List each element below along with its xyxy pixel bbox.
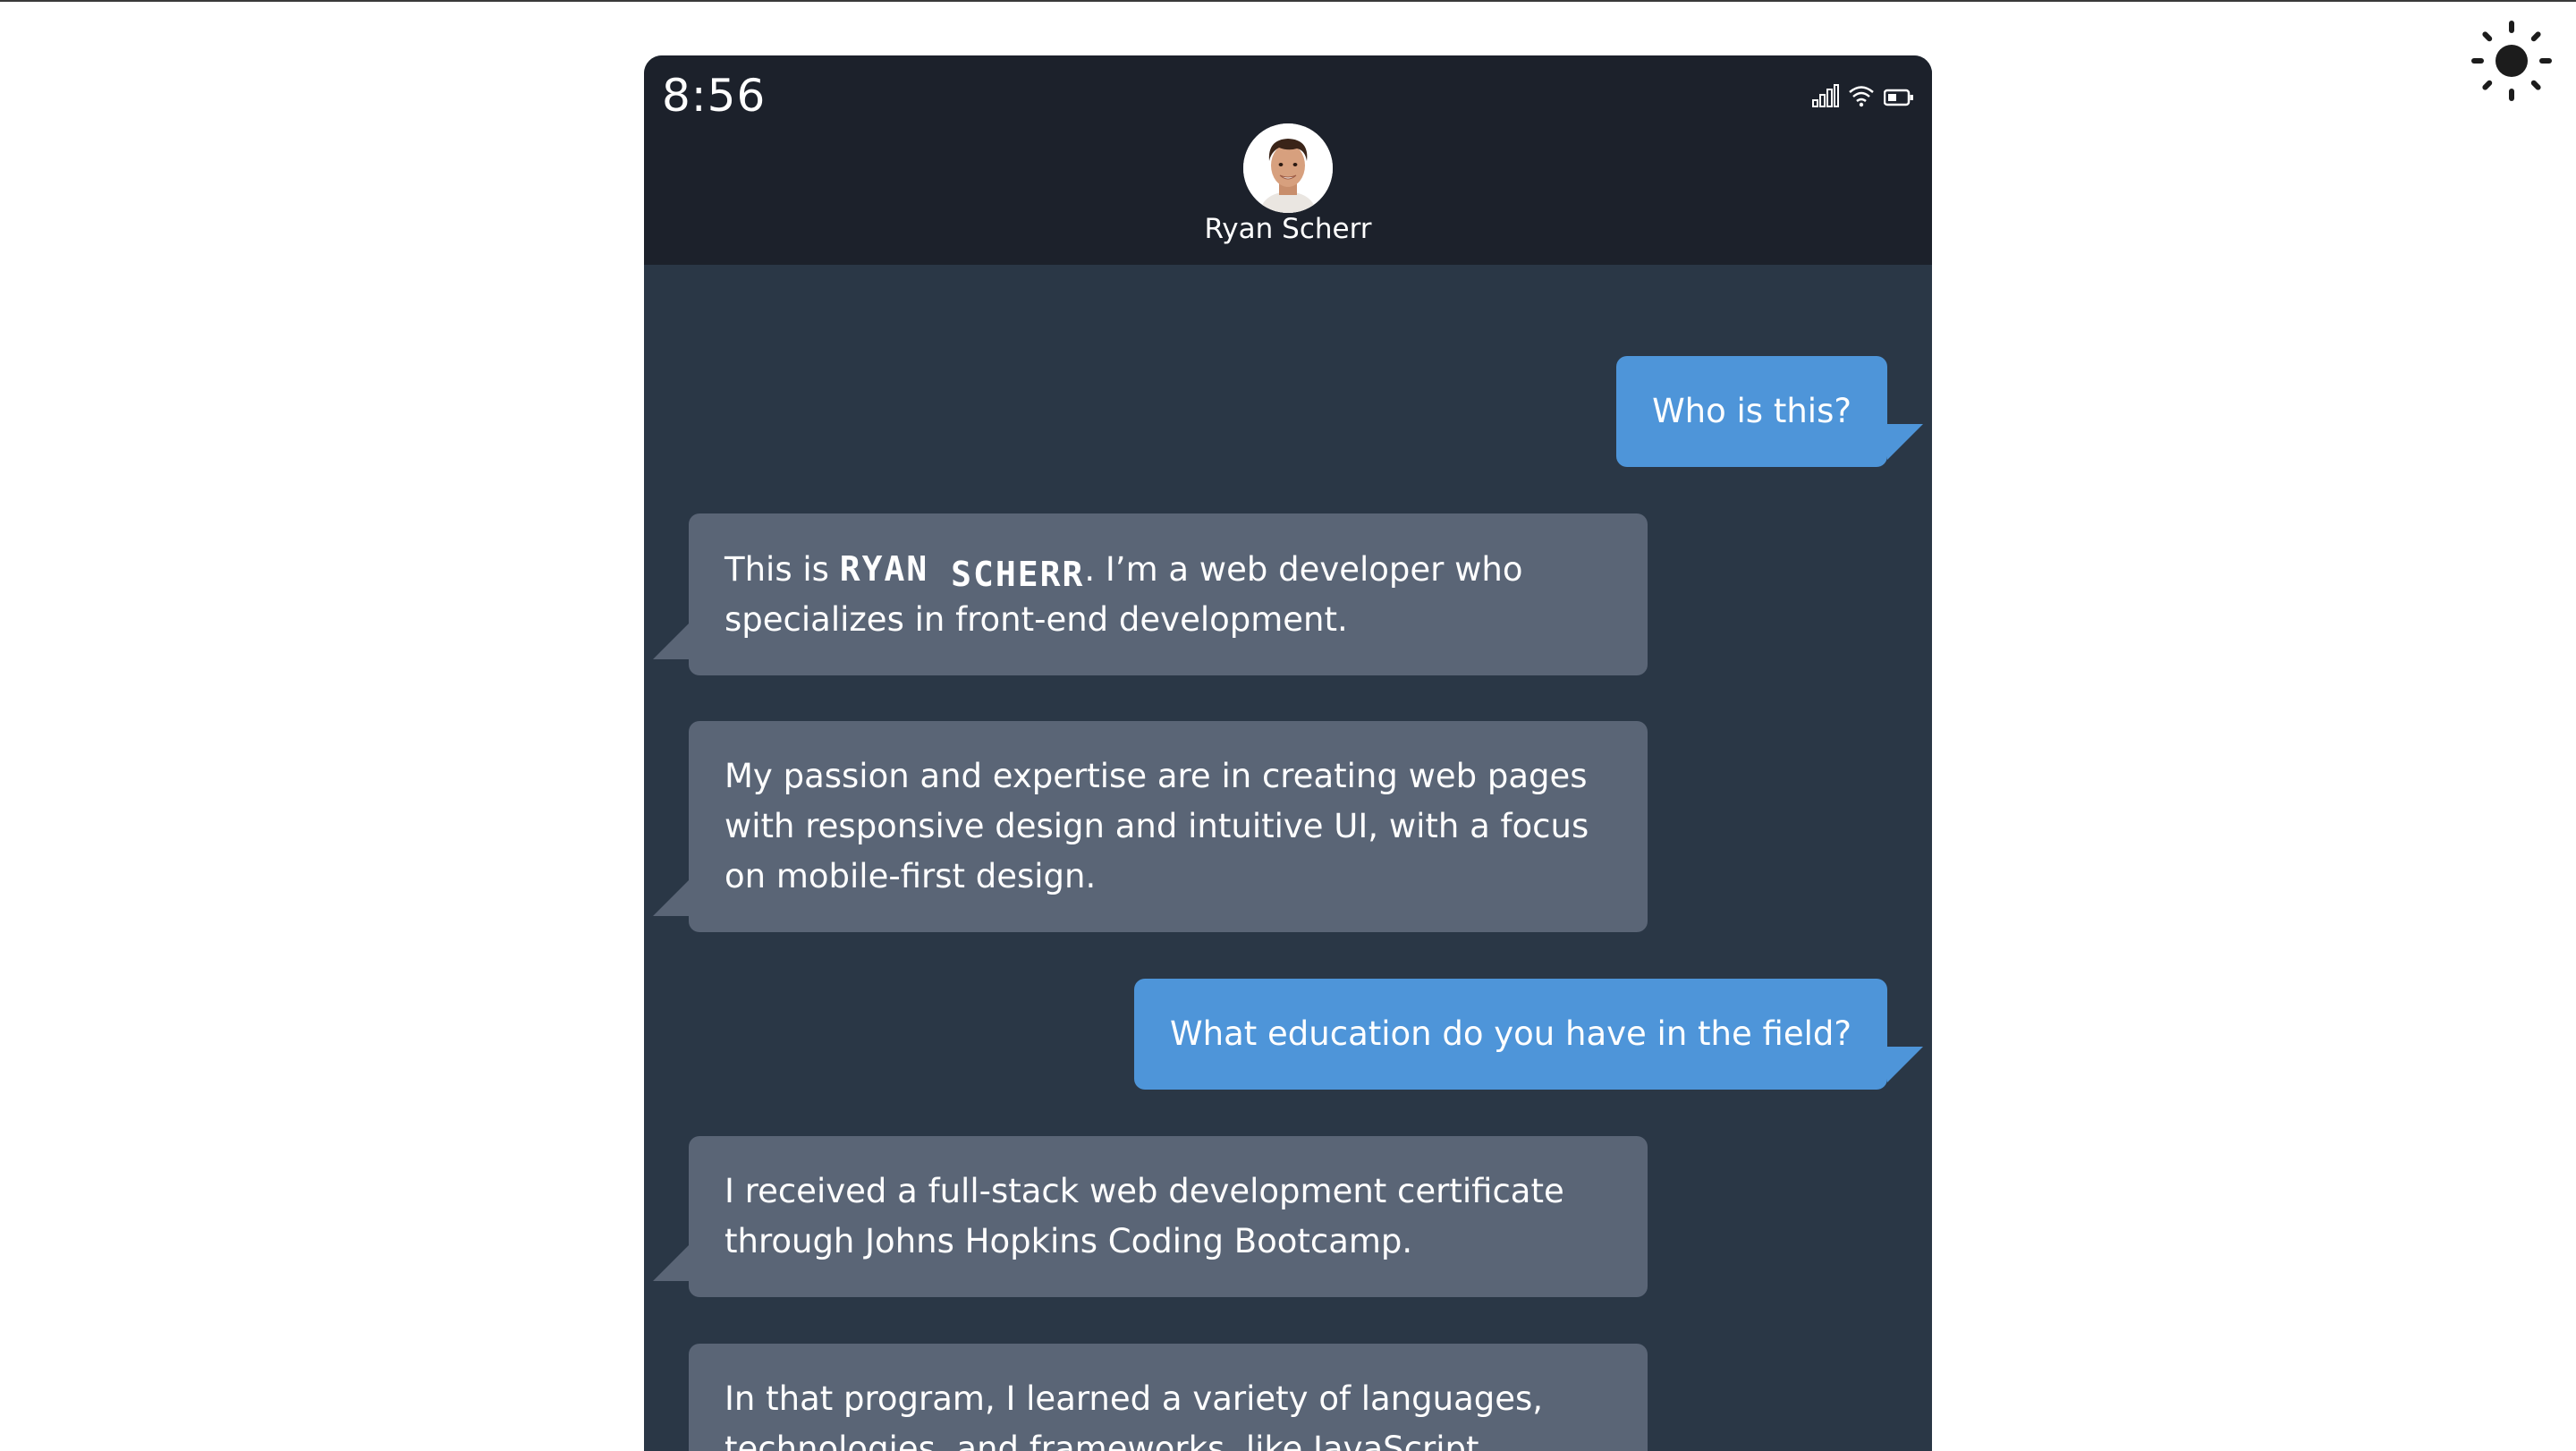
message-text: This is [724,550,840,589]
message-incoming: In that program, I learned a variety of … [689,1344,1648,1451]
message-incoming: This is RYAN SCHERR. I’m a web developer… [653,513,1648,675]
message-list: Who is this? This is RYAN SCHERR. I’m a … [644,265,1932,1451]
message-text: What education do you have in the field? [1170,1014,1852,1053]
signal-icon [1812,84,1839,107]
sun-icon [2471,21,2552,101]
name-highlight: RYAN SCHERR [839,549,1085,594]
avatar-photo [1243,123,1333,213]
chat-header: 8:56 Ryan Scherr [644,55,1932,265]
theme-toggle-button[interactable] [2469,18,2555,104]
avatar[interactable] [1243,123,1333,213]
top-border [0,0,2576,2]
status-icons [1812,84,1914,107]
message-text: I received a full-stack web development … [724,1172,1564,1260]
message-text: In that program, I learned a variety of … [724,1379,1544,1451]
phone-frame: 8:56 Ryan Scherr Who is this? This is RY… [644,55,1932,1451]
message-text: Who is this? [1652,392,1852,430]
wifi-icon [1849,86,1874,107]
message-incoming: I received a full-stack web development … [653,1136,1648,1297]
battery-icon [1884,89,1913,106]
message-text: My passion and expertise are in creating… [724,757,1589,895]
message-incoming: My passion and expertise are in creating… [653,721,1648,932]
message-outgoing: Who is this? [1616,356,1923,467]
contact-name: Ryan Scherr [1204,213,1372,245]
message-outgoing: What education do you have in the field? [1134,979,1923,1090]
status-time: 8:56 [662,70,767,122]
